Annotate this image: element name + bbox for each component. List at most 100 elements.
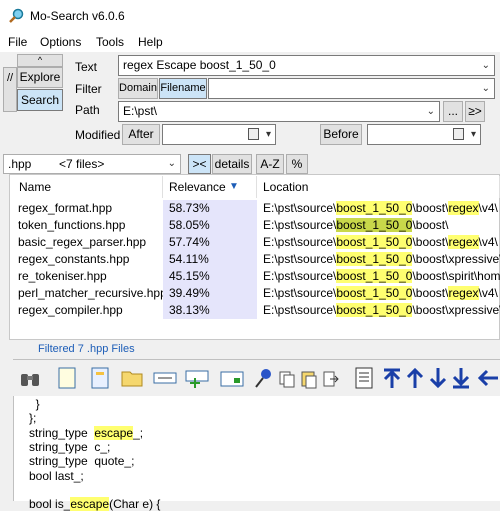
details-button[interactable]: details: [212, 154, 252, 174]
location-prefix: E:\pst\source\: [263, 235, 337, 249]
move-icon[interactable]: [322, 366, 340, 390]
nav-up-button[interactable]: ^: [17, 54, 63, 67]
row-relevance: 54.11%: [163, 251, 257, 268]
filter-domain-button[interactable]: Domain: [118, 78, 158, 99]
row-relevance: 57.74%: [163, 234, 257, 251]
column-relevance-label: Relevance: [169, 180, 226, 194]
chevron-down-icon[interactable]: ⌄: [482, 79, 490, 98]
location-middle: \boost\xpressive\: [412, 303, 500, 317]
path-browse-button[interactable]: ...: [443, 101, 463, 122]
app-magnifier-icon: [9, 8, 24, 23]
text-field-icon[interactable]: [153, 366, 177, 390]
sort-az-button[interactable]: A-Z: [256, 154, 284, 174]
row-location: E:\pst\source\boost_1_50_0\boost\: [263, 217, 500, 234]
menu-options[interactable]: Options: [40, 35, 81, 49]
pin-icon[interactable]: [252, 366, 276, 390]
location-suffix: \v4\: [478, 235, 498, 249]
document-icon[interactable]: [55, 366, 79, 390]
location-middle: \boost\xpressive\: [412, 252, 500, 266]
code-match: escape: [94, 425, 134, 440]
chevron-down-icon[interactable]: ⌄: [482, 56, 490, 75]
row-location: E:\pst\source\boost_1_50_0\boost\regex\v…: [263, 285, 500, 302]
location-middle: \boost\: [412, 286, 449, 300]
arrow-down-icon[interactable]: [426, 366, 450, 390]
table-row[interactable]: perl_matcher_recursive.hpp 39.49% E:\pst\s…: [14, 285, 500, 302]
table-row[interactable]: token_functions.hpp 58.05% E:\pst\source\b…: [14, 217, 500, 234]
menu-bar: File Options Tools Help: [0, 32, 500, 52]
root-slash-button[interactable]: //: [3, 67, 17, 112]
code-match: escape: [70, 497, 110, 511]
before-button[interactable]: Before: [320, 124, 362, 145]
row-name: token_functions.hpp: [18, 218, 126, 232]
notebook-icon[interactable]: [88, 366, 112, 390]
menu-file[interactable]: File: [8, 35, 27, 49]
location-match-2: regex: [448, 235, 479, 249]
location-suffix: \v4\: [478, 286, 498, 300]
chevron-down-icon[interactable]: ▾: [471, 125, 476, 144]
file-count: <7 files>: [59, 157, 105, 171]
after-date-picker[interactable]: ▾: [162, 124, 276, 145]
percent-button[interactable]: %: [286, 154, 308, 174]
after-button[interactable]: After: [122, 124, 160, 145]
row-relevance: 38.13%: [163, 302, 257, 319]
search-mode-button[interactable]: Search: [17, 89, 63, 111]
location-match-2: regex: [448, 286, 479, 300]
copy-icon[interactable]: [278, 366, 296, 390]
row-location: E:\pst\source\boost_1_50_0\boost\xpressi…: [263, 302, 500, 319]
code-line: string_type escape_;: [29, 425, 143, 440]
image-field-icon[interactable]: [220, 366, 244, 390]
row-name: basic_regex_parser.hpp: [18, 235, 147, 249]
table-row[interactable]: basic_regex_parser.hpp 57.74% E:\pst\sourc…: [14, 234, 500, 251]
column-name[interactable]: Name: [13, 176, 163, 198]
path-label: Path: [75, 103, 100, 117]
arrow-top-icon[interactable]: [380, 366, 404, 390]
code-text: };: [29, 411, 37, 426]
filter-filename-button[interactable]: Filename: [159, 78, 207, 99]
arrow-up-icon[interactable]: [403, 366, 427, 390]
add-field-icon[interactable]: [185, 366, 209, 390]
row-location: E:\pst\source\boost_1_50_0\boost\spirit\…: [263, 268, 500, 285]
location-prefix: E:\pst\source\: [263, 303, 337, 317]
row-name: regex_format.hpp: [18, 201, 113, 215]
folder-icon[interactable]: [120, 366, 144, 390]
calendar-icon[interactable]: [453, 128, 464, 140]
extension-filter-select[interactable]: .hpp <7 files> ⌄: [3, 154, 181, 174]
location-prefix: E:\pst\source\: [263, 218, 337, 232]
collapse-button[interactable]: ><: [188, 154, 211, 174]
code-line: bool last_;: [29, 469, 84, 483]
arrow-bottom-icon[interactable]: [449, 366, 473, 390]
filtered-status: Filtered 7 .hpp Files: [38, 343, 135, 355]
code-line: }: [29, 397, 40, 411]
text-label: Text: [75, 60, 98, 74]
column-location[interactable]: Location: [257, 176, 500, 198]
location-match: boost_1_50_0: [336, 303, 413, 317]
paste-icon[interactable]: [300, 366, 318, 390]
binoculars-icon[interactable]: [18, 366, 42, 390]
location-match: boost_1_50_0: [336, 252, 413, 266]
path-go-button[interactable]: ≥>: [465, 101, 485, 122]
code-text: (Char e) {: [109, 497, 161, 511]
location-middle: \boost\: [412, 201, 449, 215]
notes-icon[interactable]: [352, 366, 376, 390]
menu-tools[interactable]: Tools: [96, 35, 124, 49]
calendar-icon[interactable]: [248, 128, 259, 140]
table-row[interactable]: regex_format.hpp 58.73% E:\pst\source\boos…: [14, 200, 500, 217]
chevron-down-icon[interactable]: ⌄: [427, 102, 435, 121]
table-row[interactable]: regex_compiler.hpp 38.13% E:\pst\source\bo…: [14, 302, 500, 319]
code-text: bool last_;: [29, 468, 84, 483]
text-search-input[interactable]: regex Escape boost_1_50_0 ⌄: [118, 55, 495, 76]
path-input[interactable]: E:\pst\ ⌄: [118, 101, 440, 122]
before-date-picker[interactable]: ▾: [367, 124, 481, 145]
table-row[interactable]: re_tokeniser.hpp 45.15% E:\pst\source\boos…: [14, 268, 500, 285]
code-text: string_type: [29, 425, 95, 440]
chevron-down-icon[interactable]: ⌄: [168, 155, 176, 173]
arrow-left-icon[interactable]: [476, 366, 500, 390]
menu-help[interactable]: Help: [138, 35, 163, 49]
sort-desc-icon: ▼: [229, 181, 239, 192]
chevron-down-icon[interactable]: ▾: [266, 125, 271, 144]
filter-input[interactable]: ⌄: [208, 78, 495, 99]
table-row[interactable]: regex_constants.hpp 54.11% E:\pst\source\b…: [14, 251, 500, 268]
column-relevance[interactable]: Relevance ▼: [163, 176, 257, 198]
row-relevance: 58.05%: [163, 217, 257, 234]
explore-button[interactable]: Explore: [17, 67, 63, 88]
